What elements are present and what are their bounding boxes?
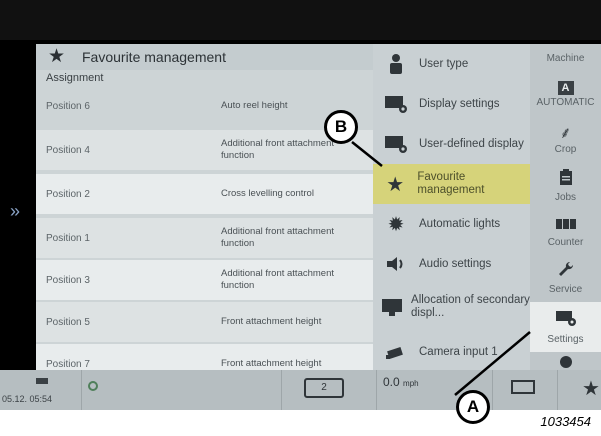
figure-number: 1033454 [540, 414, 591, 429]
callout-b: B [324, 110, 358, 144]
callout-a: A [456, 390, 490, 424]
callout-b-leader-line [351, 141, 531, 396]
